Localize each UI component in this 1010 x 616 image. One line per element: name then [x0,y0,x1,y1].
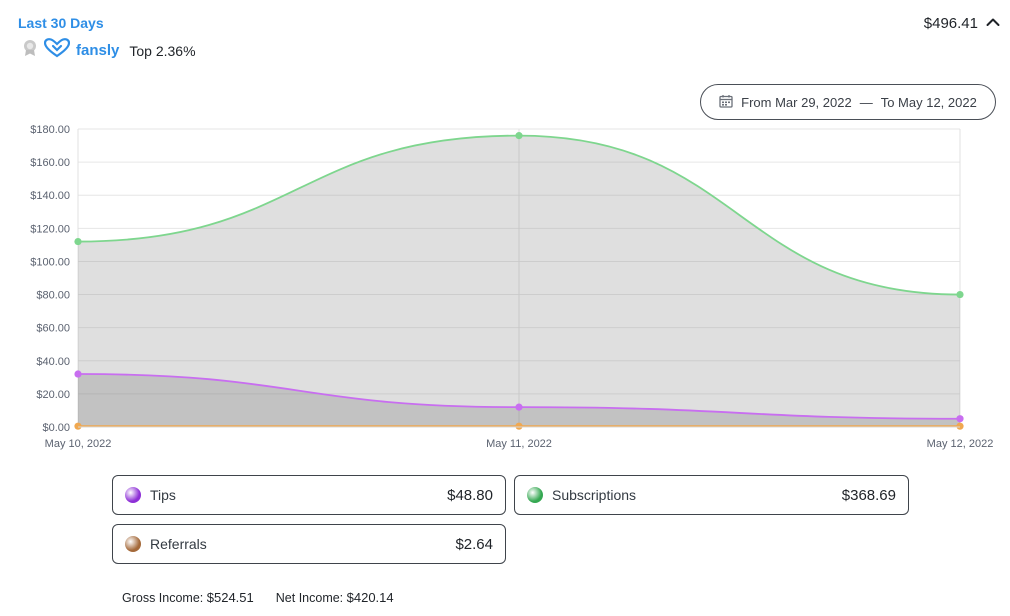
chevron-up-icon[interactable] [986,14,1000,32]
rank-text: Top 2.36% [129,42,196,59]
tips-label: Tips [150,487,176,503]
referrals-value: $2.64 [455,535,493,553]
data-point-referrals [515,422,523,430]
date-range-picker[interactable]: From Mar 29, 2022 — To May 12, 2022 [700,84,996,120]
x-tick-label: May 10, 2022 [45,438,112,450]
net-income: Net Income: $420.14 [276,590,394,605]
y-tick-label: $100.00 [30,256,70,268]
calendar-icon [719,94,733,111]
y-tick-label: $0.00 [42,422,70,434]
y-tick-label: $80.00 [36,290,70,302]
y-tick-label: $160.00 [30,157,70,169]
earnings-panel: Last 30 Days fansly Top 2.36% $496.41 Fr… [0,0,1010,616]
referrals-label: Referrals [150,536,207,552]
earnings-chart: $0.00 $20.00 $40.00 $60.00 $80.00 $100.00 $120… [30,124,994,450]
y-tick-label: $180.00 [30,124,70,136]
brand-name: fansly [76,42,120,59]
data-point-referrals [956,422,964,430]
net-income-label: Net Income: [275,591,344,605]
summary-card-tips[interactable]: Tips $48.80 [112,475,506,515]
fansly-logo-icon [43,38,71,63]
y-tick-label: $140.00 [30,190,70,202]
date-from: From Mar 29, 2022 [741,94,852,110]
award-icon [22,39,38,62]
data-point-referrals [74,422,82,430]
summary-card-subscriptions[interactable]: Subscriptions $368.69 [514,475,909,515]
data-point-tips [956,415,964,423]
total-amount: $496.41 [923,14,978,32]
gross-income: Gross Income: $524.51 [122,590,254,605]
referrals-dot-icon [125,536,141,552]
y-tick-label: $60.00 [36,323,70,335]
subscriptions-value: $368.69 [841,486,896,504]
data-point-subscriptions [74,237,82,246]
subscriptions-label: Subscriptions [552,487,637,503]
y-tick-label: $40.00 [36,356,70,368]
data-point-tips [515,403,523,411]
total-toggle[interactable]: $496.41 [924,14,1000,32]
date-to: To May 12, 2022 [880,94,977,110]
y-tick-label: $20.00 [36,389,70,401]
x-tick-label: May 12, 2022 [927,438,994,450]
data-point-tips [74,370,82,378]
brand-row: fansly Top 2.36% [22,38,196,63]
net-income-value: $420.14 [346,590,394,605]
gross-income-value: $524.51 [206,590,254,605]
summary-card-referrals[interactable]: Referrals $2.64 [112,524,506,564]
y-tick-label: $120.00 [30,223,70,235]
x-tick-label: May 11, 2022 [486,438,552,450]
gross-income-label: Gross Income: [122,591,204,605]
date-separator: — [859,94,873,110]
tips-dot-icon [125,487,141,503]
subscriptions-dot-icon [527,487,543,503]
income-row: Gross Income: $524.51 Net Income: $420.1… [122,590,394,605]
period-label[interactable]: Last 30 Days [18,15,104,31]
data-point-subscriptions [515,132,523,140]
tips-value: $48.80 [447,486,493,504]
data-point-subscriptions [956,290,964,299]
